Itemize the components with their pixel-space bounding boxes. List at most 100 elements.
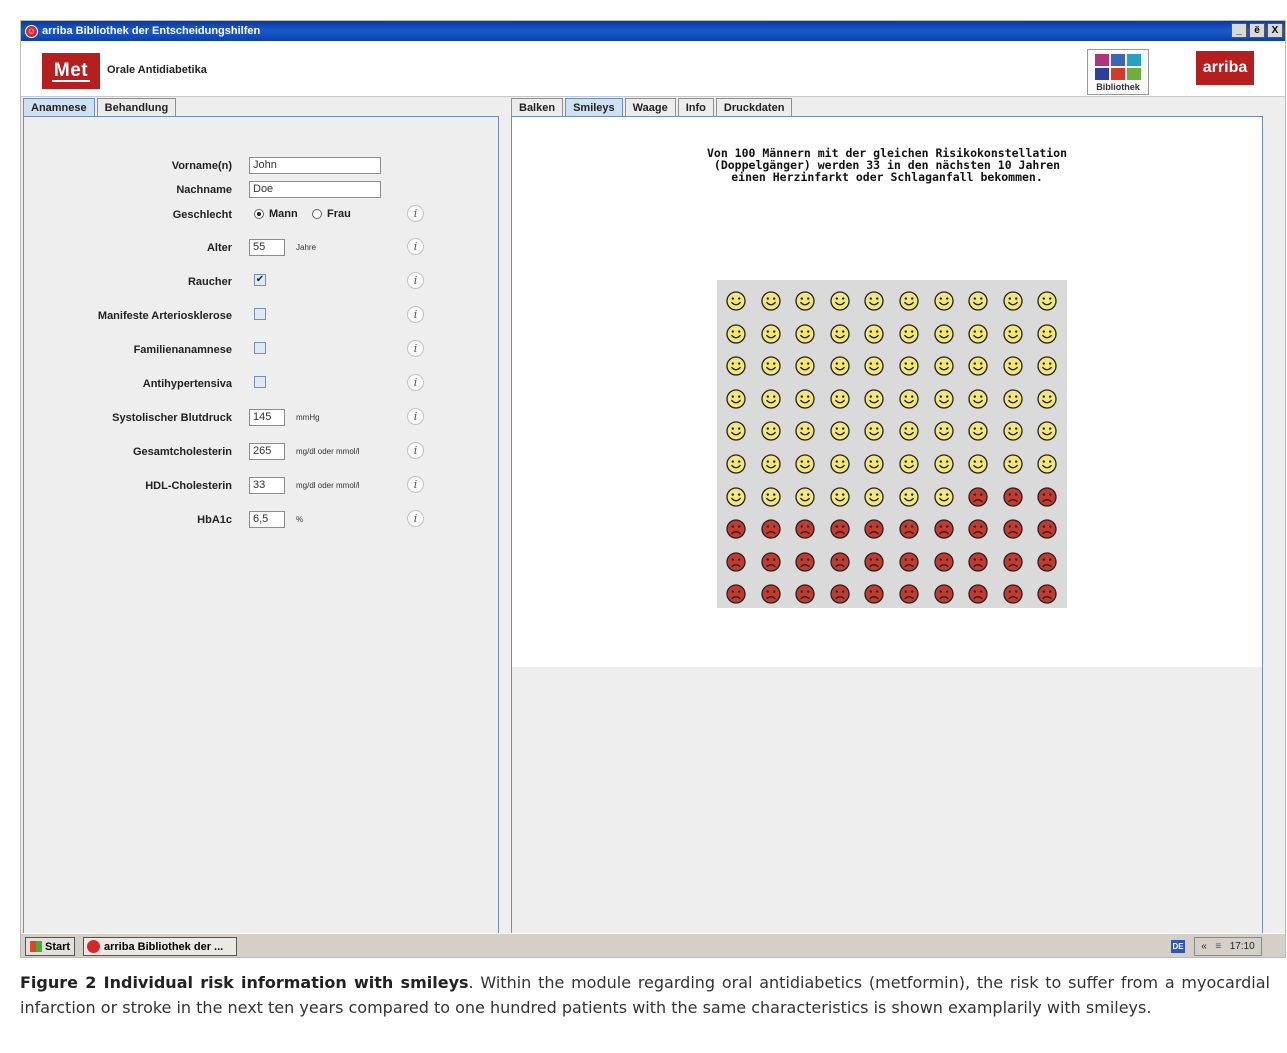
info-icon[interactable]: i [407, 306, 424, 323]
arriba-logo: arriba [1196, 51, 1254, 85]
systolic-bp-label: Systolischer Blutdruck [112, 412, 232, 424]
smoker-label: Raucher [187, 276, 232, 288]
hdl-cholesterol-input[interactable]: 33 [249, 477, 285, 494]
sad-smiley-icon [830, 552, 850, 572]
minimize-button[interactable]: _ [1231, 23, 1247, 38]
total-cholesterol-unit: mg/dl oder mmol/l [296, 447, 360, 456]
total-cholesterol-input[interactable]: 265 [249, 443, 285, 460]
happy-smiley-icon [899, 389, 919, 409]
info-icon[interactable]: i [407, 510, 424, 527]
hba1c-input[interactable]: 6,5 [249, 511, 285, 528]
info-icon[interactable]: i [407, 374, 424, 391]
tab-info[interactable]: Info [677, 98, 714, 116]
info-icon[interactable]: i [407, 272, 424, 289]
first-name-input[interactable]: John [249, 157, 381, 174]
sad-smiley-icon [1037, 584, 1058, 605]
info-icon[interactable]: i [407, 340, 424, 357]
happy-smiley-icon [864, 486, 885, 507]
last-name-input[interactable]: Doe [249, 181, 381, 198]
sad-smiley-icon [795, 552, 815, 572]
form-row-smoker: Raucher ✔ i [24, 272, 500, 293]
happy-smiley-icon [830, 454, 850, 474]
smoker-checkbox[interactable]: ✔ [254, 274, 266, 286]
happy-smiley-icon [1003, 389, 1023, 409]
tab-smileys[interactable]: Smileys [565, 98, 623, 116]
form-row-hba1c: HbA1c 6,5 % i [24, 510, 500, 531]
restore-button[interactable]: ё [1249, 23, 1265, 38]
info-icon[interactable]: i [407, 408, 424, 425]
app-header: Met Orale Antidiabetika Bibliothek arrib… [21, 41, 1285, 97]
happy-smiley-icon [726, 291, 746, 311]
happy-smiley-icon [968, 421, 988, 442]
total-cholesterol-label: Gesamtcholesterin [132, 446, 232, 458]
info-icon[interactable]: i [407, 476, 424, 493]
arteriosclerosis-checkbox[interactable] [254, 308, 266, 320]
hdl-cholesterol-label: HDL-Cholesterin [145, 480, 232, 492]
library-grid-icon [1095, 54, 1141, 80]
happy-smiley-icon [1037, 356, 1058, 376]
sad-smiley-icon [899, 584, 919, 605]
happy-smiley-icon [899, 356, 919, 376]
anamnese-panel: Vorname(n) John Nachname Doe Geschlecht … [23, 116, 499, 952]
sad-smiley-icon [864, 519, 885, 539]
tab-behandlung[interactable]: Behandlung [96, 98, 177, 116]
happy-smiley-icon [795, 454, 815, 474]
tab-anamnese[interactable]: Anamnese [23, 98, 95, 116]
form-row-antihypertensives: Antihypertensiva i [24, 374, 500, 395]
gender-female-radio[interactable] [312, 209, 322, 219]
sad-smiley-icon [933, 584, 954, 605]
taskbar-app-item[interactable]: arriba Bibliothek der ... [83, 937, 237, 956]
clock: 17:10 [1229, 941, 1255, 952]
info-icon[interactable]: i [407, 442, 424, 459]
sad-smiley-icon [864, 552, 885, 572]
age-unit: Jahre [296, 243, 317, 252]
happy-smiley-icon [795, 323, 815, 344]
language-indicator[interactable]: DE [1171, 940, 1185, 953]
sad-smiley-icon [726, 584, 746, 605]
happy-smiley-icon [830, 486, 850, 507]
right-tab-bar: Balken Smileys Waage Info Druckdaten [511, 98, 794, 116]
happy-smiley-icon [968, 291, 988, 311]
happy-smiley-icon [864, 421, 885, 442]
gender-male-radio[interactable] [254, 209, 264, 219]
family-history-checkbox[interactable] [254, 342, 266, 354]
window-title: arriba Bibliothek der Entscheidungshilfe… [42, 25, 261, 37]
systolic-bp-input[interactable]: 145 [249, 409, 285, 426]
happy-smiley-icon [795, 486, 815, 507]
happy-smiley-icon [760, 323, 781, 344]
happy-smiley-icon [830, 291, 850, 311]
happy-smiley-icon [726, 389, 746, 409]
risk-headline: Von 100 Männern mit der gleichen Risikok… [512, 147, 1262, 183]
start-button[interactable]: Start [25, 937, 76, 956]
systolic-bp-unit: mmHg [296, 413, 320, 422]
sad-smiley-icon [1003, 519, 1023, 539]
sad-smiley-icon [726, 519, 746, 539]
antihypertensives-label: Antihypertensiva [142, 378, 232, 390]
figure-caption: Figure 2 Individual risk information wit… [20, 970, 1270, 1020]
application-window: ☺ arriba Bibliothek der Entscheidungshil… [20, 20, 1286, 958]
happy-smiley-icon [726, 421, 746, 442]
close-button[interactable]: X [1267, 23, 1283, 38]
age-label: Alter [206, 242, 232, 254]
sad-smiley-icon [1003, 552, 1023, 572]
happy-smiley-icon [1037, 291, 1058, 311]
antihypertensives-checkbox[interactable] [254, 376, 266, 388]
form-row-first-name: Vorname(n) John [24, 157, 500, 177]
happy-smiley-icon [1003, 323, 1023, 344]
gender-male-label: Mann [269, 208, 298, 220]
happy-smiley-icon [933, 356, 954, 376]
info-icon[interactable]: i [407, 238, 424, 255]
tab-waage[interactable]: Waage [624, 98, 676, 116]
result-area: Von 100 Männern mit der gleichen Risikok… [512, 117, 1262, 667]
age-input[interactable]: 55 [249, 239, 285, 256]
title-bar[interactable]: ☺ arriba Bibliothek der Entscheidungshil… [21, 21, 1285, 41]
tab-balken[interactable]: Balken [511, 98, 564, 116]
info-icon[interactable]: i [407, 205, 424, 222]
tab-druckdaten[interactable]: Druckdaten [715, 98, 793, 116]
sad-smiley-icon [1037, 552, 1058, 572]
form-row-hdl-cholesterol: HDL-Cholesterin 33 mg/dl oder mmol/l i [24, 476, 500, 497]
tray-expand-icon[interactable]: « [1201, 941, 1207, 952]
sad-smiley-icon [899, 519, 919, 539]
library-button[interactable]: Bibliothek [1087, 49, 1149, 95]
happy-smiley-icon [899, 421, 919, 442]
